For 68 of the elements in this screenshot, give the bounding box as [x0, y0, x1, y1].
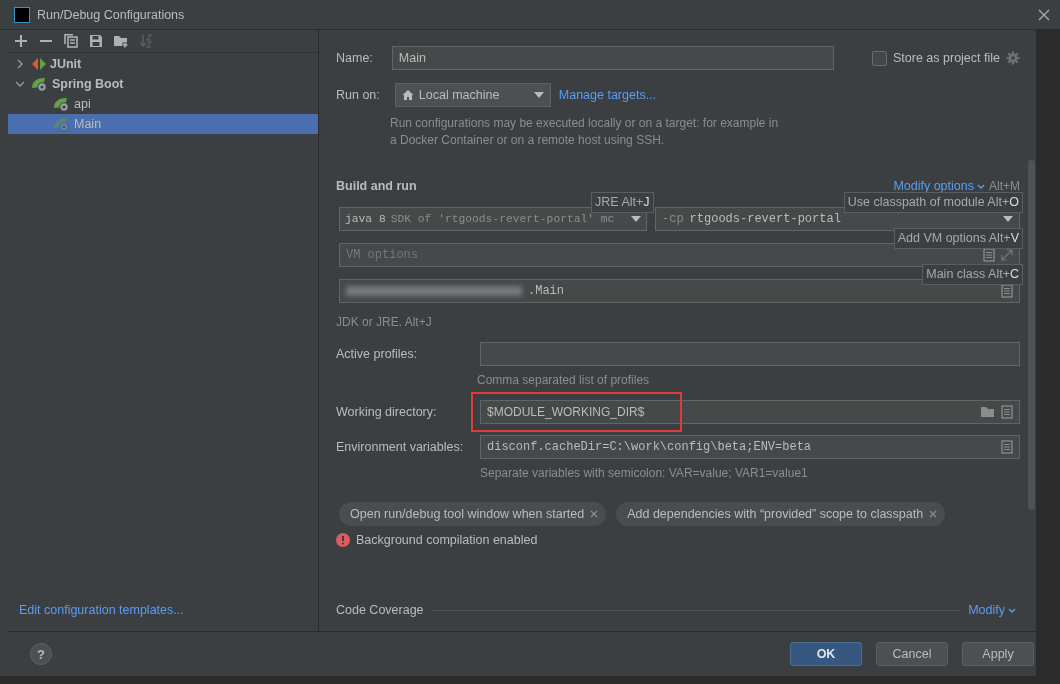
environment-variables-label: Environment variables:: [336, 440, 465, 454]
run-on-dropdown[interactable]: Local machine: [394, 83, 551, 107]
shortcut-tooltip: Main class Alt+C: [922, 264, 1023, 285]
warning-text: Background compilation enabled: [356, 533, 538, 547]
option-chip[interactable]: Add dependencies with “provided” scope to classpath: [616, 502, 946, 526]
run-on-hint: Run configurations may be executed locally or on a target: for example in a Docker Container or on a remote host using SSH.: [390, 115, 780, 149]
close-icon[interactable]: [1038, 8, 1050, 21]
tree-item[interactable]: api: [8, 94, 318, 114]
section-title: Build and run: [336, 179, 418, 193]
window-title: Run/Debug Configurations: [37, 7, 186, 22]
shortcut-tooltip: Use classpath of module Alt+O: [843, 192, 1023, 213]
spring-gear-icon: [31, 76, 49, 92]
main-class-field[interactable]: .Main: [339, 279, 1020, 303]
active-profiles-field[interactable]: [480, 342, 1020, 366]
dropdown-arrow-icon: [533, 92, 544, 98]
edit-templates-link[interactable]: Edit configuration templates...: [19, 603, 184, 617]
document-icon[interactable]: [1001, 405, 1013, 419]
folder-icon[interactable]: [981, 406, 995, 418]
remove-icon[interactable]: [590, 510, 599, 518]
tree-item[interactable]: JUnit: [8, 54, 318, 74]
spring-gear-icon: [53, 96, 71, 112]
manage-targets-link[interactable]: Manage targets...: [558, 88, 657, 102]
shortcut-tooltip: Add VM options Alt+V: [893, 228, 1023, 249]
dropdown-arrow-icon: [1003, 216, 1013, 222]
document-icon[interactable]: [1001, 440, 1013, 454]
home-icon: [401, 89, 414, 101]
remove-icon[interactable]: [929, 510, 938, 518]
active-profiles-label: Active profiles:: [336, 347, 419, 361]
save-icon[interactable]: [89, 34, 103, 48]
dialog-button[interactable]: OK: [790, 642, 862, 666]
chevron-down-icon: [1008, 608, 1016, 614]
error-icon: [336, 533, 350, 547]
add-icon[interactable]: [14, 34, 28, 48]
tree-item[interactable]: Main: [8, 114, 318, 134]
option-chip[interactable]: Open run/debug tool window when started: [339, 502, 607, 526]
help-button[interactable]: ?: [30, 643, 52, 665]
run-on-label: Run on:: [336, 88, 380, 102]
environment-variables-field[interactable]: disconf.cacheDir=C:\work\config\beta;ENV=beta: [480, 435, 1020, 459]
dialog-button[interactable]: Cancel: [876, 642, 948, 666]
junit-icon: [31, 57, 47, 71]
scrollbar[interactable]: [1028, 160, 1035, 510]
modify-link[interactable]: Modify: [968, 603, 1016, 617]
section-title: Code Coverage: [336, 603, 424, 617]
shortcut-hint: Alt+M: [989, 179, 1020, 193]
tree-item[interactable]: Spring Boot: [8, 74, 318, 94]
new-folder-icon[interactable]: [114, 34, 128, 48]
working-directory-label: Working directory:: [336, 405, 438, 419]
chevron-down-icon: [977, 184, 985, 190]
modify-options-link[interactable]: Modify options: [893, 179, 985, 193]
shortcut-tooltip: JRE Alt+J: [591, 192, 654, 213]
app-logo: [14, 6, 30, 23]
dialog-button[interactable]: Apply: [962, 642, 1034, 666]
expand-icon[interactable]: [1001, 249, 1013, 261]
profiles-hint: Comma separated list of profiles: [477, 372, 651, 389]
environment-hint: Separate variables with semicolon: VAR=value; VAR1=value1: [480, 465, 809, 482]
checkbox[interactable]: [872, 50, 887, 66]
jdk-hint: JDK or JRE. Alt+J: [336, 314, 433, 331]
name-field[interactable]: Main: [391, 46, 834, 70]
working-directory-field[interactable]: $MODULE_WORKING_DIR$: [480, 400, 1020, 424]
spring-gear-icon: [53, 116, 71, 132]
jre-dropdown[interactable]: java 8 SDK of 'rtgoods-revert-portal' mc: [339, 207, 647, 231]
store-as-project-file-label[interactable]: Store as project file: [893, 51, 1000, 65]
dropdown-arrow-icon: [631, 216, 641, 222]
name-label: Name:: [336, 51, 373, 65]
document-icon[interactable]: [1001, 284, 1013, 298]
gear-icon[interactable]: [1006, 51, 1020, 65]
copy-icon[interactable]: [64, 34, 78, 48]
document-icon[interactable]: [983, 248, 995, 262]
